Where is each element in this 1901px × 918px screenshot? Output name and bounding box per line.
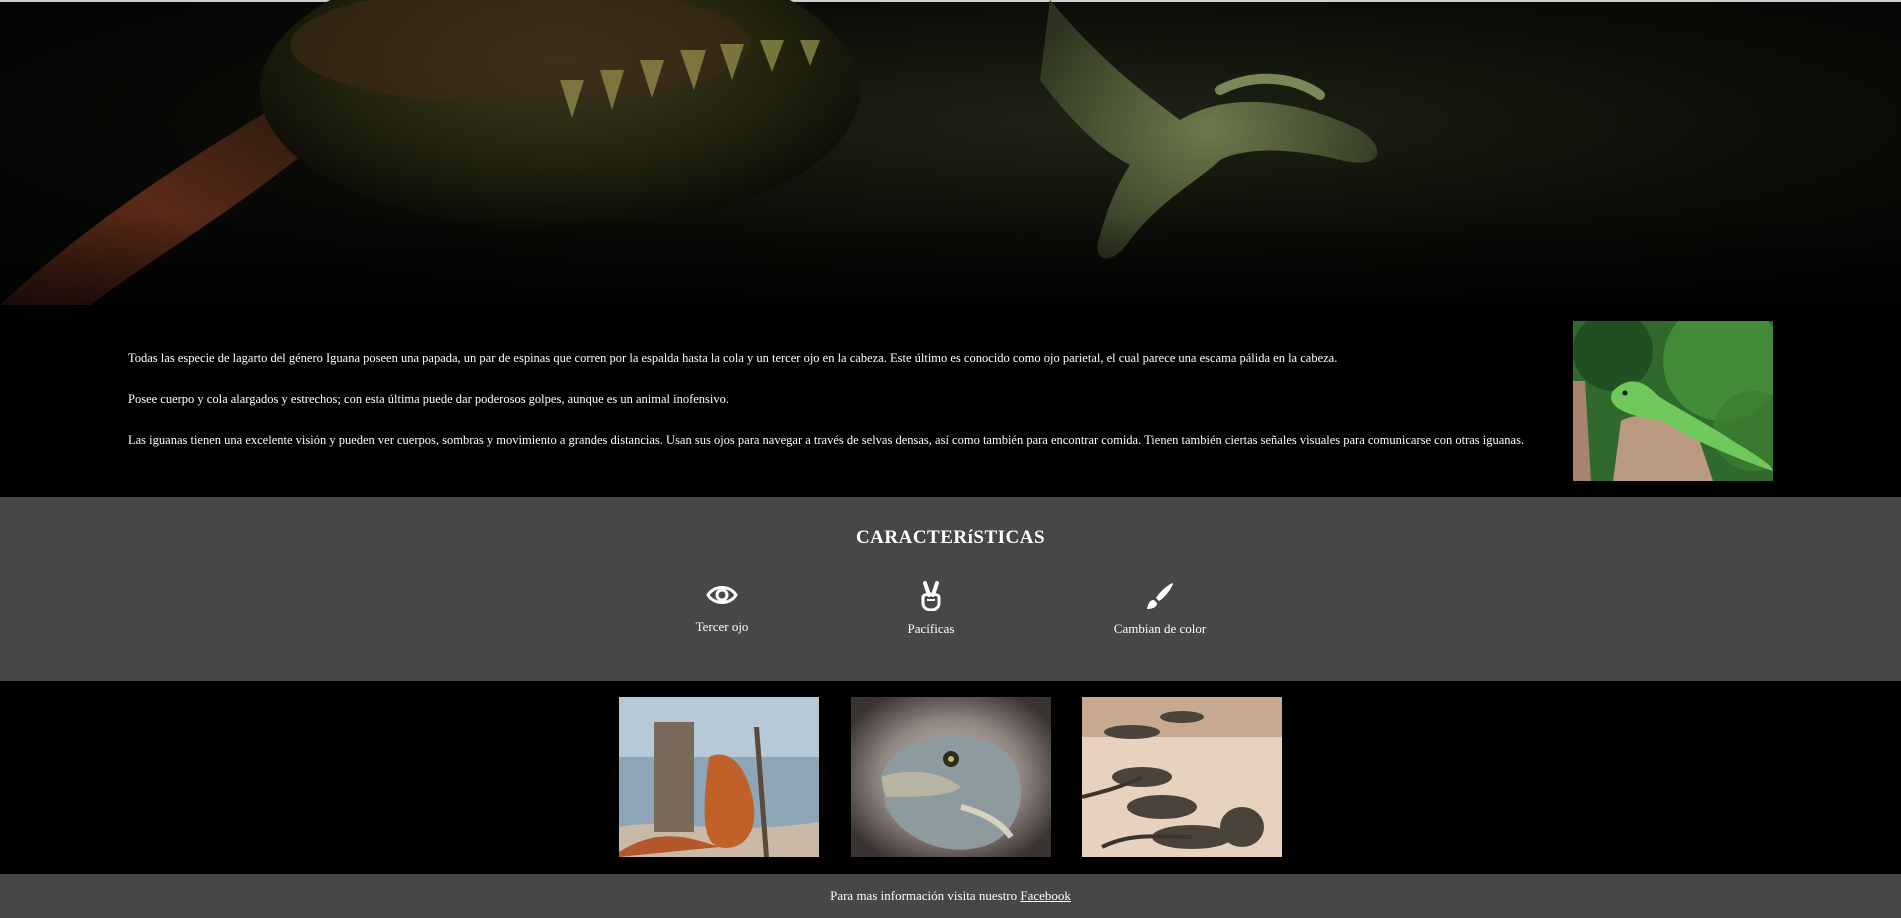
intro-paragraph-1: Todas las especie de lagarto del género … — [128, 351, 1338, 365]
features-title: CARACTERíSTICAS — [855, 527, 1046, 548]
gallery-image-iguanas-sand — [1082, 697, 1282, 857]
facebook-link[interactable]: Facebook — [1020, 888, 1071, 903]
feature-peaceful: Pacíficas — [851, 581, 1011, 637]
eye-icon — [706, 586, 738, 604]
feature-label: Pacíficas — [907, 621, 955, 636]
footer: Para mas información visita nuestro Face… — [0, 874, 1901, 918]
feature-label: Tercer ojo — [695, 619, 749, 634]
gallery-image-iguana-head — [851, 697, 1051, 857]
intro-paragraph-3: Las iguanas tienen una excelente visión … — [128, 433, 1525, 447]
intro-paragraph-2: Posee cuerpo y cola alargados y estrecho… — [128, 392, 729, 406]
hero-iguana-image — [0, 0, 1901, 305]
feature-third-eye: Tercer ojo — [642, 581, 802, 635]
gallery-section — [0, 681, 1901, 874]
green-iguana-image — [1573, 321, 1773, 481]
hero-banner — [0, 0, 1901, 305]
paint-brush-icon — [1147, 583, 1173, 609]
feature-change-color: Cambian de color — [1080, 581, 1240, 637]
feature-label: Cambian de color — [1113, 621, 1207, 636]
peace-hand-icon — [921, 581, 941, 611]
footer-text: Para mas información visita nuestro — [830, 888, 1021, 903]
gallery-image-beach-iguana — [619, 697, 819, 857]
intro-section: Todas las especie de lagarto del género … — [0, 305, 1901, 497]
features-section: CARACTERíSTICAS Tercer ojo Pacíficas Cam… — [0, 497, 1901, 681]
